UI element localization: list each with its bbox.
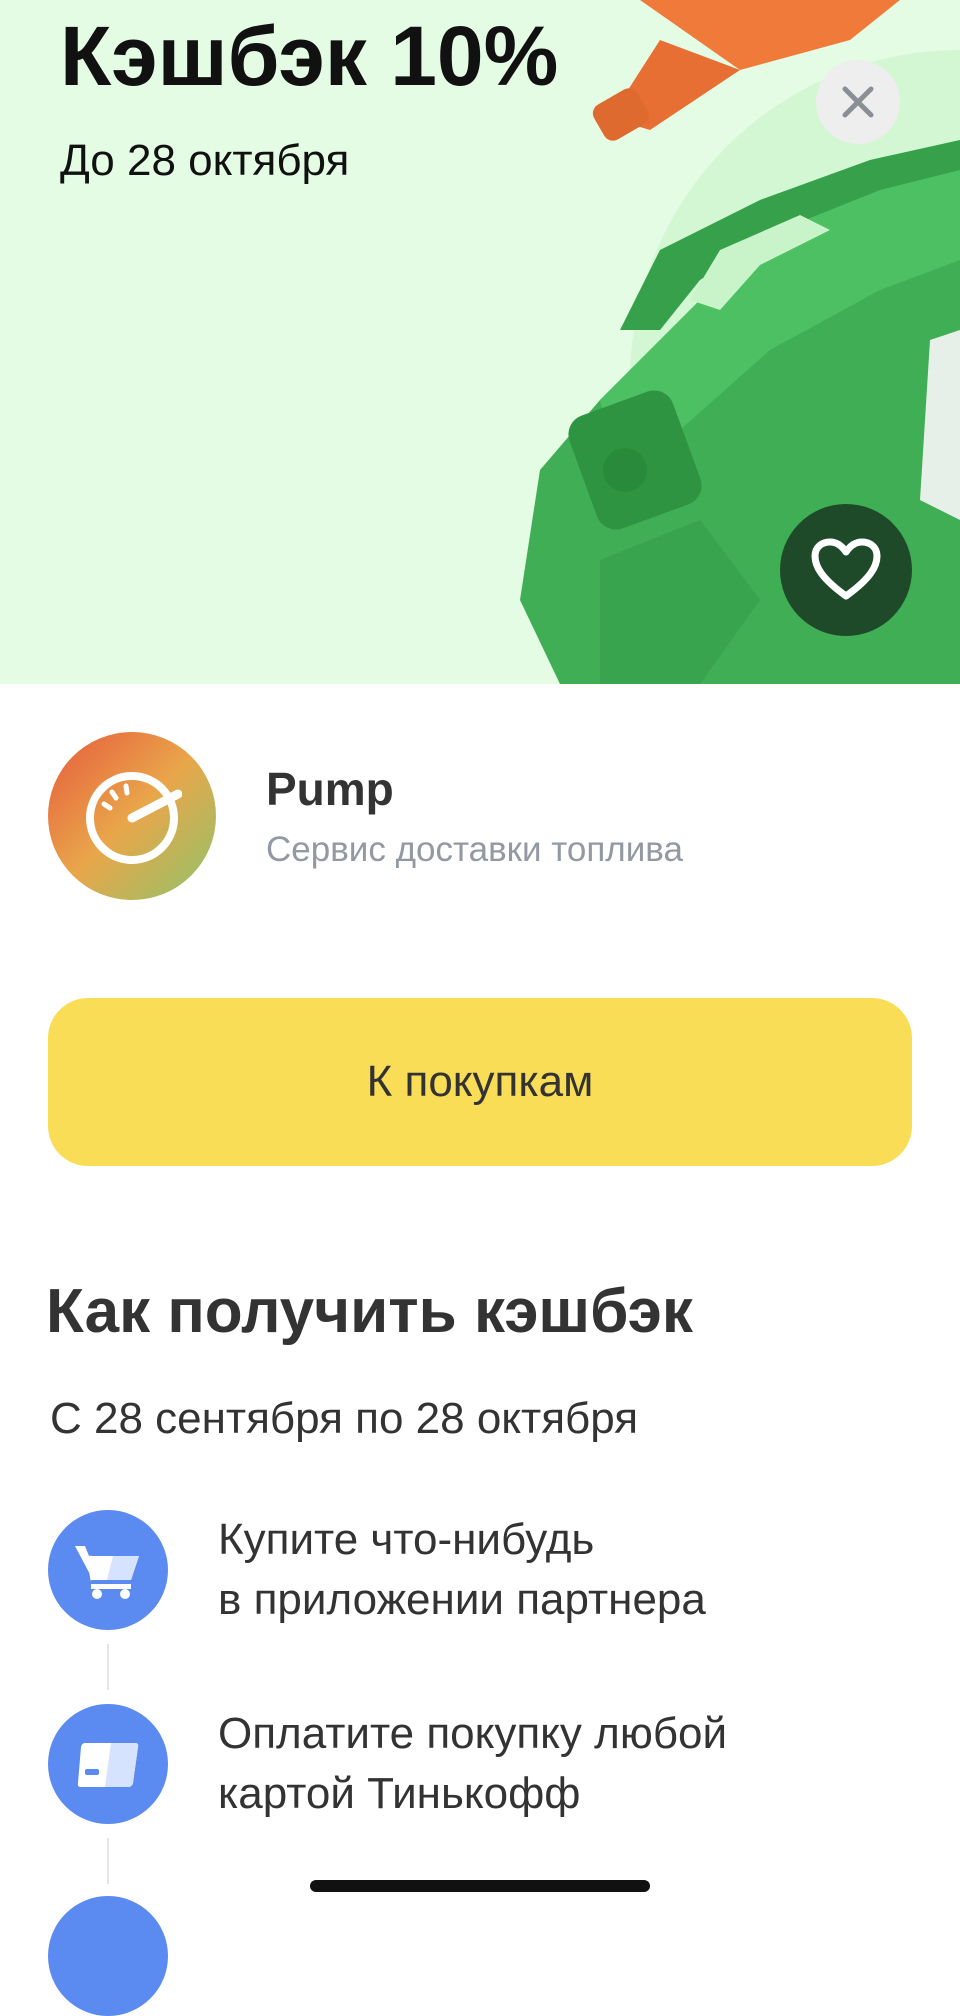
step-text-line: Оплатите покупку любой [218,1709,728,1758]
step-icon [48,1510,168,1630]
step-text-line: картой Тинькофф [218,1769,581,1818]
partner-description: Сервис доставки топлива [266,830,683,869]
partner-logo [48,732,216,900]
promo-period: С 28 сентября по 28 октября [50,1394,639,1443]
cashback-title: Кэшбэк 10% [60,9,559,103]
partner-name: Pump [266,763,394,815]
step-icon [48,1896,168,2016]
speedometer-icon [86,772,182,864]
step-item: Купите что-нибудь в приложении партнера [48,1510,928,1640]
heart-icon [811,538,881,600]
offer-deadline: До 28 октября [60,136,350,185]
step-text: Купите что-нибудь в приложении партнера [218,1510,918,1630]
card-icon [77,1743,139,1787]
close-button[interactable] [816,60,900,144]
partner-info: Pump Сервис доставки топлива [48,732,908,900]
step-item: Оплатите покупку любой картой Тинькофф [48,1704,928,1834]
cart-icon [75,1546,139,1599]
step-connector [107,1838,109,1884]
step-text: Оплатите покупку любой картой Тинькофф [218,1704,918,1824]
step-text-line: в приложении партнера [218,1575,706,1624]
home-indicator[interactable] [310,1880,650,1892]
close-icon [842,86,874,118]
promo-banner: Кэшбэк 10% До 28 октября [0,0,960,684]
favorite-button[interactable] [780,504,912,636]
step-text-line: Купите что-нибудь [218,1515,595,1564]
step-icon [48,1704,168,1824]
how-to-title: Как получить кэшбэк [46,1277,693,1346]
step-connector [107,1644,109,1690]
to-purchases-button[interactable]: К покупкам [48,998,912,1166]
